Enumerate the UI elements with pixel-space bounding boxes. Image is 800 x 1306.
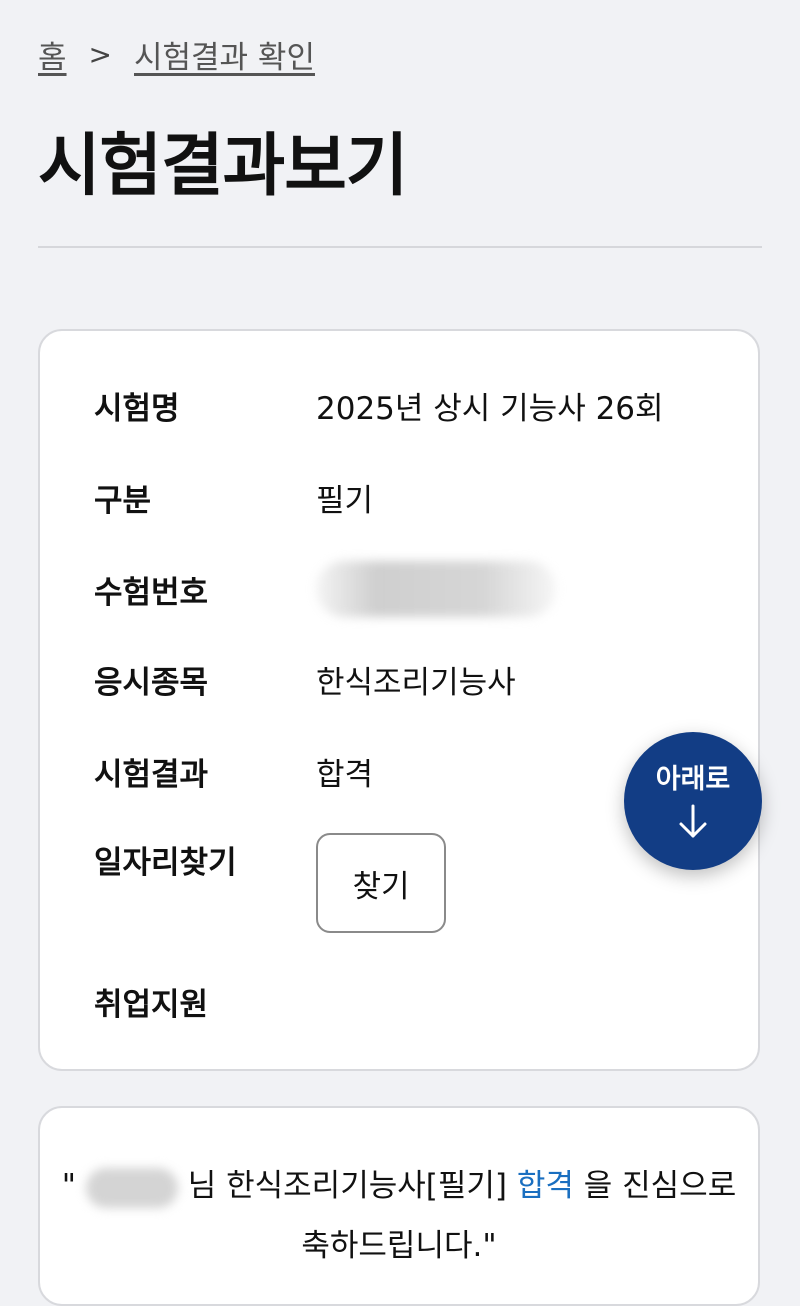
arrow-down-icon xyxy=(679,804,707,837)
exam-number-label: 수험번호 xyxy=(94,574,209,611)
row-employment-support: 취업지원 xyxy=(94,979,718,1024)
open-quote: " xyxy=(61,1168,77,1204)
row-category: 구분 필기 xyxy=(94,475,718,520)
find-job-button[interactable]: 찾기 xyxy=(316,833,446,933)
breadcrumb-home-link[interactable]: 홈 xyxy=(38,32,67,77)
category-value: 필기 xyxy=(316,483,374,519)
divider xyxy=(38,246,762,248)
employment-support-label: 취업지원 xyxy=(94,987,209,1023)
result-value: 합격 xyxy=(316,757,374,793)
category-label: 구분 xyxy=(94,483,152,519)
pass-highlight: 합격 xyxy=(516,1168,574,1204)
row-subject: 응시종목 한식조리기능사 xyxy=(94,657,718,702)
scroll-down-button[interactable]: 아래로 xyxy=(624,732,762,870)
job-search-label: 일자리찾기 xyxy=(94,845,237,881)
name-redacted xyxy=(85,1167,178,1208)
row-exam-number: 수험번호 xyxy=(94,561,718,617)
congratulation-card: " 님 한식조리기능사[필기] 합격 을 진심으로 축하드립니다." xyxy=(38,1106,760,1306)
exam-number-redacted xyxy=(316,561,556,617)
chevron-right-icon: > xyxy=(88,38,112,71)
result-info-card: 시험명 2025년 상시 기능사 26회 구분 필기 수험번호 응시종목 한식조… xyxy=(38,329,760,1071)
exam-name-value: 2025년 상시 기능사 26회 xyxy=(316,391,664,427)
exam-name-label: 시험명 xyxy=(94,391,180,427)
result-label: 시험결과 xyxy=(94,757,209,793)
subject-label: 응시종목 xyxy=(94,665,209,701)
row-job-search: 일자리찾기 찾기 xyxy=(94,833,718,933)
page-title: 시험결과보기 xyxy=(38,127,408,206)
breadcrumb: 홈 > 시험결과 확인 xyxy=(38,32,315,77)
breadcrumb-current-link[interactable]: 시험결과 확인 xyxy=(134,32,315,77)
row-exam-name: 시험명 2025년 상시 기능사 26회 xyxy=(94,383,718,428)
subject-value: 한식조리기능사 xyxy=(316,665,516,701)
congratulation-message: " 님 한식조리기능사[필기] 합격 을 진심으로 축하드립니다." xyxy=(60,1156,738,1276)
message-before: 님 한식조리기능사[필기] xyxy=(187,1168,507,1204)
scroll-down-label: 아래로 xyxy=(655,763,731,795)
